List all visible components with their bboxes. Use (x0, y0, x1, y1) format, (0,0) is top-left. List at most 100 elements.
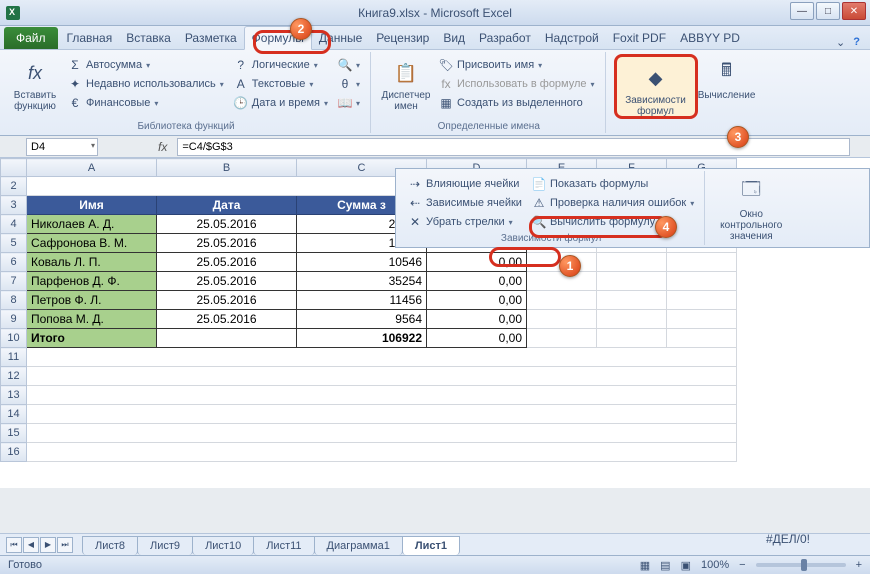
cell[interactable]: 0,00 (427, 291, 527, 310)
math-button[interactable]: θ (334, 75, 364, 93)
name-box[interactable]: D4 (26, 138, 98, 156)
zoom-in-button[interactable]: + (856, 559, 862, 571)
formula-input[interactable]: =C4/$G$3 (177, 138, 850, 156)
row-header[interactable]: 7 (1, 272, 27, 291)
cell[interactable]: Коваль Л. П. (27, 253, 157, 272)
row-header[interactable]: 6 (1, 253, 27, 272)
help-icon[interactable]: ? (853, 36, 860, 49)
file-tab[interactable]: Файл (4, 27, 58, 49)
use-in-formula-button[interactable]: fxИспользовать в формуле (435, 75, 599, 93)
view-pagebreak-icon[interactable]: ▣ (681, 559, 691, 572)
header-date[interactable]: Дата (157, 196, 297, 215)
row-header[interactable]: 15 (1, 424, 27, 443)
tab-addins[interactable]: Надстрой (538, 27, 606, 49)
row-header[interactable]: 2 (1, 177, 27, 196)
cell[interactable]: Сафронова В. М. (27, 234, 157, 253)
datetime-button[interactable]: 🕒Дата и время (230, 94, 332, 112)
cell-total[interactable]: Итого (27, 329, 157, 348)
cell[interactable]: 25.05.2016 (157, 310, 297, 329)
formula-auditing-button[interactable]: ◆ Зависимости формул (619, 59, 693, 121)
row-header[interactable]: 14 (1, 405, 27, 424)
cell[interactable]: 25.05.2016 (157, 234, 297, 253)
row-header[interactable]: 10 (1, 329, 27, 348)
cell[interactable]: Парфенов Д. Ф. (27, 272, 157, 291)
view-normal-icon[interactable]: ▦ (640, 559, 650, 572)
row-header[interactable]: 5 (1, 234, 27, 253)
cell[interactable]: 106922 (297, 329, 427, 348)
tab-home[interactable]: Главная (60, 27, 120, 49)
sheet-tab-active[interactable]: Лист1 (402, 536, 460, 555)
more-functions-button[interactable]: 🔍 (334, 56, 364, 74)
cell[interactable]: 0,00 (427, 253, 527, 272)
cell[interactable]: 25.05.2016 (157, 215, 297, 234)
tab-review[interactable]: Рецензир (369, 27, 436, 49)
cell[interactable]: 0,00 (427, 310, 527, 329)
row-header[interactable]: 11 (1, 348, 27, 367)
cell[interactable] (157, 329, 297, 348)
other-functions-button[interactable]: 📖 (334, 94, 364, 112)
financial-button[interactable]: €Финансовые (64, 94, 228, 112)
row-header[interactable]: 4 (1, 215, 27, 234)
minimize-button[interactable]: — (790, 2, 814, 20)
sheet-nav-last[interactable]: ⏭ (57, 537, 73, 553)
tab-insert[interactable]: Вставка (119, 27, 178, 49)
remove-arrows-button[interactable]: ✕Убрать стрелки (404, 213, 526, 231)
row-header[interactable]: 3 (1, 196, 27, 215)
cell[interactable]: 0,00 (427, 329, 527, 348)
cell[interactable]: Попова М. Д. (27, 310, 157, 329)
close-button[interactable]: ✕ (842, 2, 866, 20)
cell[interactable]: 35254 (297, 272, 427, 291)
col-header-a[interactable]: A (27, 159, 157, 177)
header-name[interactable]: Имя (27, 196, 157, 215)
ribbon-minimize-icon[interactable]: ⌄ (836, 36, 845, 49)
define-name-button[interactable]: 🏷Присвоить имя (435, 56, 599, 74)
tab-abbyy[interactable]: ABBYY PD (673, 27, 747, 49)
tab-layout[interactable]: Разметка (178, 27, 244, 49)
sheet-nav-next[interactable]: ▶ (40, 537, 56, 553)
calculation-button[interactable]: 🖩 Вычисление (700, 54, 754, 119)
cell[interactable]: 0,00 (427, 272, 527, 291)
row-header[interactable]: 12 (1, 367, 27, 386)
cell[interactable]: 10546 (297, 253, 427, 272)
sheet-tab[interactable]: Лист9 (137, 536, 193, 555)
sheet-tab[interactable]: Лист11 (253, 536, 314, 555)
cell[interactable]: 25.05.2016 (157, 253, 297, 272)
name-manager-button[interactable]: 📋 Диспетчер имен (379, 54, 433, 119)
tab-developer[interactable]: Разработ (472, 27, 538, 49)
error-checking-button[interactable]: ⚠Проверка наличия ошибок (528, 194, 698, 212)
recent-functions-button[interactable]: ✦Недавно использовались (64, 75, 228, 93)
sheet-nav-first[interactable]: ⏮ (6, 537, 22, 553)
show-formulas-button[interactable]: 📄Показать формулы (528, 175, 698, 193)
cell[interactable]: 25.05.2016 (157, 272, 297, 291)
text-functions-button[interactable]: AТекстовые (230, 75, 332, 93)
trace-precedents-button[interactable]: ⇢Влияющие ячейки (404, 175, 526, 193)
zoom-slider[interactable] (756, 563, 846, 567)
view-layout-icon[interactable]: ▤ (660, 559, 670, 572)
fx-label-icon[interactable]: fx (158, 140, 167, 154)
watch-window-button[interactable]: 🗔 Окно контрольного значения (711, 173, 791, 231)
zoom-level[interactable]: 100% (701, 559, 729, 571)
cell[interactable]: 25.05.2016 (157, 291, 297, 310)
logical-button[interactable]: ?Логические (230, 56, 332, 74)
sheet-tab[interactable]: Лист10 (192, 536, 254, 555)
create-from-selection-button[interactable]: ▦Создать из выделенного (435, 94, 599, 112)
sheet-nav-prev[interactable]: ◀ (23, 537, 39, 553)
row-header[interactable]: 8 (1, 291, 27, 310)
cell[interactable]: 9564 (297, 310, 427, 329)
trace-dependents-button[interactable]: ⇠Зависимые ячейки (404, 194, 526, 212)
col-header-b[interactable]: B (157, 159, 297, 177)
cell[interactable]: Петров Ф. Л. (27, 291, 157, 310)
select-all-corner[interactable] (1, 159, 27, 177)
autosum-button[interactable]: ΣАвтосумма (64, 56, 228, 74)
row-header[interactable]: 13 (1, 386, 27, 405)
zoom-out-button[interactable]: − (739, 559, 745, 571)
row-header[interactable]: 9 (1, 310, 27, 329)
insert-function-button[interactable]: fx Вставить функцию (8, 54, 62, 119)
cell[interactable]: 11456 (297, 291, 427, 310)
maximize-button[interactable]: □ (816, 2, 840, 20)
cell[interactable]: Николаев А. Д. (27, 215, 157, 234)
tab-data[interactable]: Данные (312, 27, 369, 49)
row-header[interactable]: 16 (1, 443, 27, 462)
sheet-tab[interactable]: Диаграмма1 (314, 536, 403, 555)
tab-view[interactable]: Вид (436, 27, 472, 49)
